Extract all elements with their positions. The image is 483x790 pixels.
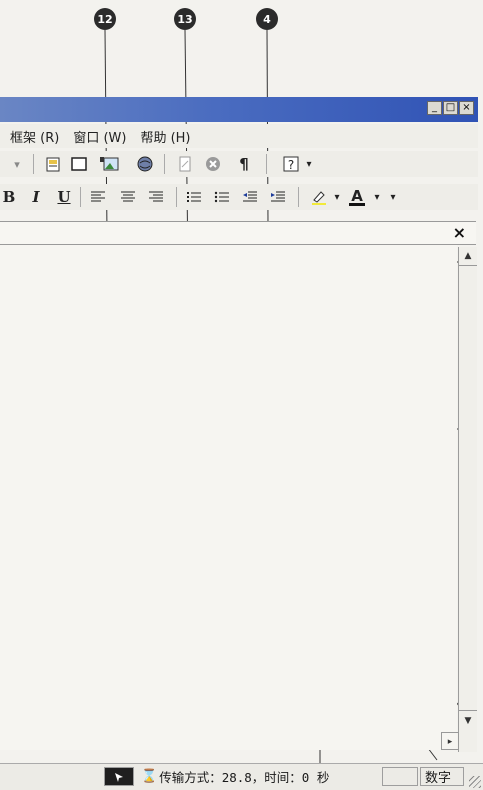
toolbar-separator — [164, 154, 165, 174]
font-color-button[interactable]: A — [346, 187, 368, 207]
globe-icon[interactable] — [134, 154, 156, 174]
font-color-swatch — [349, 202, 365, 206]
numbered-list-icon[interactable] — [184, 187, 204, 207]
highlight-dropdown-icon[interactable]: ▾ — [332, 187, 342, 207]
bulleted-list-icon[interactable] — [212, 187, 232, 207]
menu-bar: 框架 (R) 窗口 (W) 帮助 (H) — [0, 124, 478, 148]
bold-button[interactable]: B — [2, 187, 16, 207]
frame-bar: × — [0, 221, 476, 245]
dropdown-arrow-icon[interactable]: ▾ — [10, 154, 24, 174]
status-bar: ⌛ 传输方式：28.8，时间：0 秒 数字 — [0, 763, 483, 790]
close-window-button[interactable]: × — [459, 101, 474, 115]
cursor-mode-icon[interactable] — [104, 767, 134, 786]
toolbar-separator — [176, 187, 177, 207]
svg-text:?: ? — [288, 158, 294, 172]
edit-page-icon[interactable] — [174, 154, 196, 174]
toolbar-separator — [33, 154, 34, 174]
align-center-icon[interactable] — [118, 187, 138, 207]
menu-window[interactable]: 窗口 (W) — [73, 127, 126, 146]
menu-help[interactable]: 帮助 (H) — [140, 127, 190, 146]
num-lock-text: 数字 — [425, 771, 452, 786]
document-area[interactable] — [0, 245, 457, 750]
align-left-icon[interactable] — [88, 187, 108, 207]
highlight-icon[interactable] — [308, 187, 330, 207]
stop-icon[interactable] — [202, 154, 224, 174]
font-color-icon: A — [351, 186, 363, 205]
num-lock-indicator: 数字 — [420, 767, 464, 786]
close-pane-button[interactable]: × — [453, 223, 466, 242]
insert-picture-icon[interactable] — [96, 154, 124, 174]
toolbar-options-icon[interactable]: ▾ — [386, 187, 400, 207]
insert-frame-icon[interactable] — [68, 154, 90, 174]
transfer-status: ⌛ 传输方式：28.8，时间：0 秒 — [136, 767, 380, 786]
menu-frames[interactable]: 框架 (R) — [10, 127, 59, 146]
font-color-dropdown-icon[interactable]: ▾ — [372, 187, 382, 207]
window-titlebar[interactable]: _ □ × — [0, 97, 478, 122]
scroll-up-icon[interactable]: ▲ — [459, 247, 477, 266]
underline-button[interactable]: U — [56, 187, 72, 207]
insert-page-icon[interactable] — [42, 154, 64, 174]
hourglass-icon: ⌛ — [141, 769, 158, 784]
toolbar-separator — [266, 154, 267, 174]
resize-grip-icon[interactable] — [469, 776, 481, 788]
decrease-indent-icon[interactable] — [240, 187, 260, 207]
status-empty-cell — [382, 767, 418, 786]
toolbar-separator — [298, 187, 299, 207]
toolbar-separator — [80, 187, 81, 207]
window-controls: _ □ × — [427, 101, 474, 115]
minimize-button[interactable]: _ — [427, 101, 442, 115]
vertical-scrollbar[interactable]: ▲ ▼ ▸ — [441, 247, 477, 752]
help-dropdown-icon[interactable]: ▾ — [304, 154, 314, 174]
transfer-status-text: 传输方式：28.8，时间：0 秒 — [159, 770, 330, 785]
align-right-icon[interactable] — [146, 187, 166, 207]
italic-button[interactable]: I — [28, 187, 44, 207]
scroll-next-page-icon[interactable]: ▸ — [441, 732, 459, 750]
standard-toolbar: ▾ ¶ ? ▾ — [0, 151, 478, 177]
scroll-down-icon[interactable]: ▼ — [459, 710, 477, 731]
increase-indent-icon[interactable] — [268, 187, 288, 207]
formatting-toolbar: B I U ▾ A ▾ ▾ — [0, 184, 478, 210]
help-icon[interactable]: ? — [280, 154, 302, 174]
pilcrow-icon[interactable]: ¶ — [234, 154, 254, 174]
maximize-button[interactable]: □ — [443, 101, 458, 115]
